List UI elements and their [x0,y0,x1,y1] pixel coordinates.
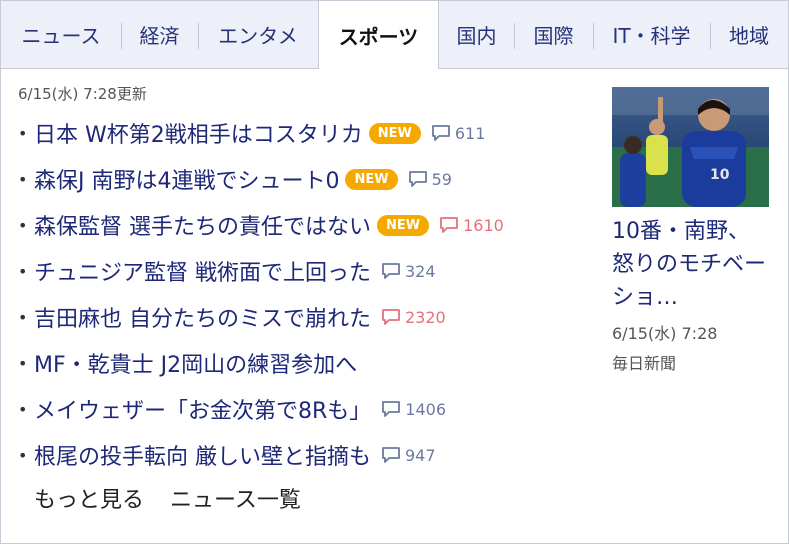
speech-bubble-icon [440,217,459,233]
tab-economy[interactable]: 経済 [121,1,198,69]
more-links: もっと見る ニュース一覧 [34,482,301,514]
news-headline-link[interactable]: 吉田麻也 自分たちのミスで崩れた [34,301,371,333]
feature-headline[interactable]: 10番・南野、怒りのモチベーショ… [612,215,770,314]
comment-count: 2320 [405,307,446,327]
news-item: • メイウェザー「お金次第で8Rも」 1406 [18,386,608,432]
speech-bubble-icon [431,125,450,141]
news-headline-link[interactable]: チュニジア監督 戦術面で上回った [34,255,371,287]
news-item: • 日本 W杯第2戦相手はコスタリカ NEW 611 [18,110,608,156]
new-badge: NEW [377,214,430,236]
bullet-icon: • [18,261,28,281]
speech-bubble-icon [382,263,400,279]
comment-count: 59 [431,169,452,189]
comment-count-link[interactable]: 1406 [381,400,446,419]
bullet-icon: • [18,307,28,327]
tab-sports[interactable]: スポーツ [318,1,439,69]
news-headline-link[interactable]: 森保監督 選手たちの責任ではない [34,209,371,241]
new-badge: NEW [368,122,421,144]
comment-count: 947 [405,445,436,465]
feature-article: 10 10番・南野、怒りのモチベーショ… 6/15(水) 7:28 毎日新聞 [612,87,770,374]
news-item: • 根尾の投手転向 厳しい壁と指摘も 947 [18,432,608,478]
comment-count-link[interactable]: 59 [408,170,452,189]
tab-news[interactable]: ニュース [1,1,121,69]
feature-date: 6/15(水) 7:28 [612,324,718,343]
speech-bubble-icon [382,309,400,325]
bullet-icon: • [18,123,28,143]
tab-it-science[interactable]: IT・科学 [593,1,710,69]
news-item: • 森保監督 選手たちの責任ではない NEW 1610 [18,202,608,248]
bullet-icon: • [18,215,28,235]
news-list-link[interactable]: ニュース一覧 [170,482,301,514]
bullet-icon: • [18,169,28,189]
update-timestamp: 6/15(水) 7:28更新 [18,85,147,103]
new-badge: NEW [345,168,398,190]
news-headline-link[interactable]: 根尾の投手転向 厳しい壁と指摘も [34,439,371,471]
news-item: • MF・乾貴士 J2岡山の練習参加へ [18,340,608,386]
news-list: • 日本 W杯第2戦相手はコスタリカ NEW 611 • 森保J 南野は4連戦でシュート0… [18,110,608,478]
category-tabs: ニュース 経済 エンタメ スポーツ 国内 国際 IT・科学 地域 [0,0,789,69]
svg-text:10: 10 [710,167,730,183]
comment-count-link[interactable]: 1610 [439,216,504,235]
tab-local[interactable]: 地域 [710,1,788,69]
news-headline-link[interactable]: 森保J 南野は4連戦でシュート0 [34,163,339,195]
comment-count-link[interactable]: 324 [381,262,436,281]
feature-source: 毎日新聞 [612,354,677,373]
comment-count-link[interactable]: 2320 [381,308,446,327]
comment-count: 1610 [463,215,504,235]
feature-photo[interactable]: 10 [612,87,769,207]
news-headline-link[interactable]: メイウェザー「お金次第で8Rも」 [34,393,371,425]
see-more-link[interactable]: もっと見る [34,482,144,514]
bullet-icon: • [18,445,28,465]
comment-count: 324 [405,261,436,281]
news-item: • 吉田麻也 自分たちのミスで崩れた 2320 [18,294,608,340]
tab-domestic[interactable]: 国内 [439,1,514,69]
tab-entertainment[interactable]: エンタメ [198,1,318,69]
tab-international[interactable]: 国際 [514,1,593,69]
news-headline-link[interactable]: MF・乾貴士 J2岡山の練習参加へ [34,347,357,379]
news-headline-link[interactable]: 日本 W杯第2戦相手はコスタリカ [34,117,363,149]
bullet-icon: • [18,399,28,419]
soccer-player-photo: 10 [612,87,769,207]
news-item: • 森保J 南野は4連戦でシュート0 NEW 59 [18,156,608,202]
speech-bubble-icon [382,401,401,417]
speech-bubble-icon [382,447,400,463]
speech-bubble-icon [408,171,427,187]
bullet-icon: • [18,353,28,373]
comment-count: 611 [454,123,486,143]
comment-count: 1406 [405,399,447,419]
comment-count-link[interactable]: 611 [431,123,486,143]
comment-count-link[interactable]: 947 [381,446,436,465]
news-item: • チュニジア監督 戦術面で上回った 324 [18,248,608,294]
